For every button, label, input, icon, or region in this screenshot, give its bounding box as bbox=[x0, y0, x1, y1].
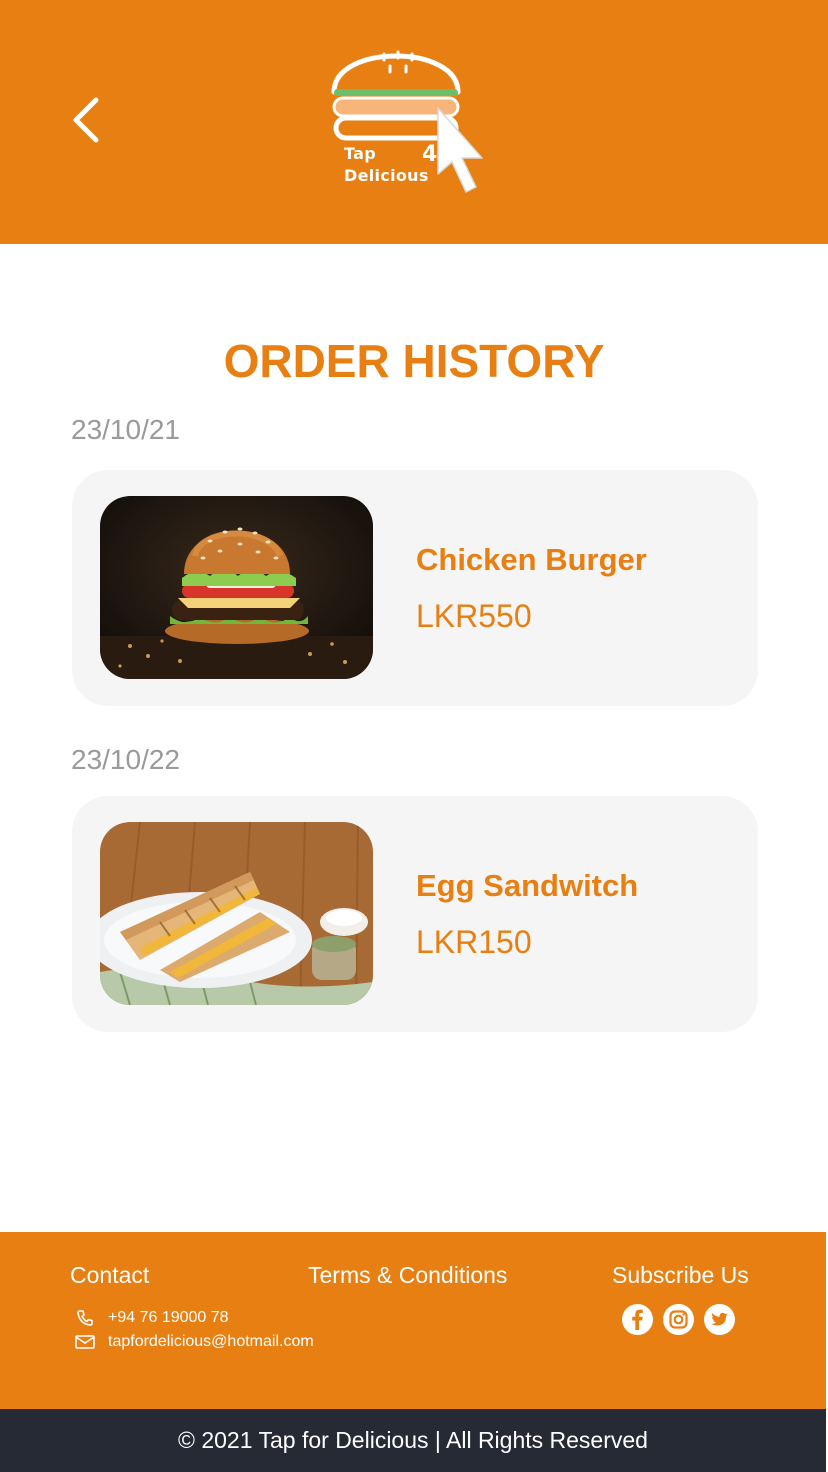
subscribe-heading: Subscribe Us bbox=[612, 1262, 749, 1288]
order-item-name: Chicken Burger bbox=[416, 542, 647, 577]
chevron-left-icon bbox=[73, 97, 99, 143]
contact-email-row[interactable]: tapfordelicious@hotmail.com bbox=[74, 1333, 314, 1351]
phone-icon bbox=[74, 1309, 96, 1327]
copyright-bar: © 2021 Tap for Delicious | All Rights Re… bbox=[0, 1409, 826, 1472]
mail-icon bbox=[74, 1333, 96, 1351]
chicken-burger-image bbox=[100, 496, 373, 679]
contact-email: tapfordelicious@hotmail.com bbox=[108, 1333, 314, 1350]
order-card-egg-sandwitch[interactable]: Egg Sandwitch LKR150 bbox=[72, 796, 758, 1032]
contact-heading: Contact bbox=[70, 1262, 150, 1288]
logo-digit: 4 bbox=[422, 142, 438, 167]
logo-text-line2: Delicious bbox=[344, 166, 429, 185]
twitter-button[interactable] bbox=[704, 1304, 735, 1335]
twitter-icon bbox=[711, 1312, 728, 1326]
order-date: 23/10/22 bbox=[71, 744, 180, 775]
contact-phone-row[interactable]: +94 76 19000 78 bbox=[74, 1309, 229, 1327]
contact-phone: +94 76 19000 78 bbox=[108, 1309, 229, 1326]
social-links bbox=[622, 1304, 735, 1335]
footer: Contact Terms & Conditions Subscribe Us … bbox=[0, 1232, 826, 1409]
page-title: ORDER HISTORY bbox=[223, 335, 605, 387]
order-item-price: LKR550 bbox=[416, 598, 532, 634]
facebook-icon bbox=[632, 1309, 643, 1330]
instagram-icon bbox=[669, 1310, 688, 1329]
terms-conditions-link[interactable]: Terms & Conditions bbox=[308, 1262, 507, 1289]
copyright-text: © 2021 Tap for Delicious | All Rights Re… bbox=[178, 1427, 648, 1453]
cursor-icon bbox=[437, 107, 483, 193]
app-header: Tap Delicious 4 bbox=[0, 0, 828, 244]
order-item-name: Egg Sandwitch bbox=[416, 868, 639, 903]
logo-text-line1: Tap bbox=[344, 144, 377, 163]
facebook-button[interactable] bbox=[622, 1304, 653, 1335]
burger-logo-icon bbox=[331, 50, 483, 193]
order-card-chicken-burger[interactable]: Chicken Burger LKR550 bbox=[72, 470, 758, 706]
order-date: 23/10/21 bbox=[71, 414, 180, 445]
tap-4-delicious-logo[interactable]: Tap Delicious 4 bbox=[326, 24, 506, 214]
egg-sandwitch-image bbox=[100, 822, 373, 1005]
order-item-price: LKR150 bbox=[416, 924, 532, 960]
back-button[interactable] bbox=[62, 90, 112, 150]
instagram-button[interactable] bbox=[663, 1304, 694, 1335]
